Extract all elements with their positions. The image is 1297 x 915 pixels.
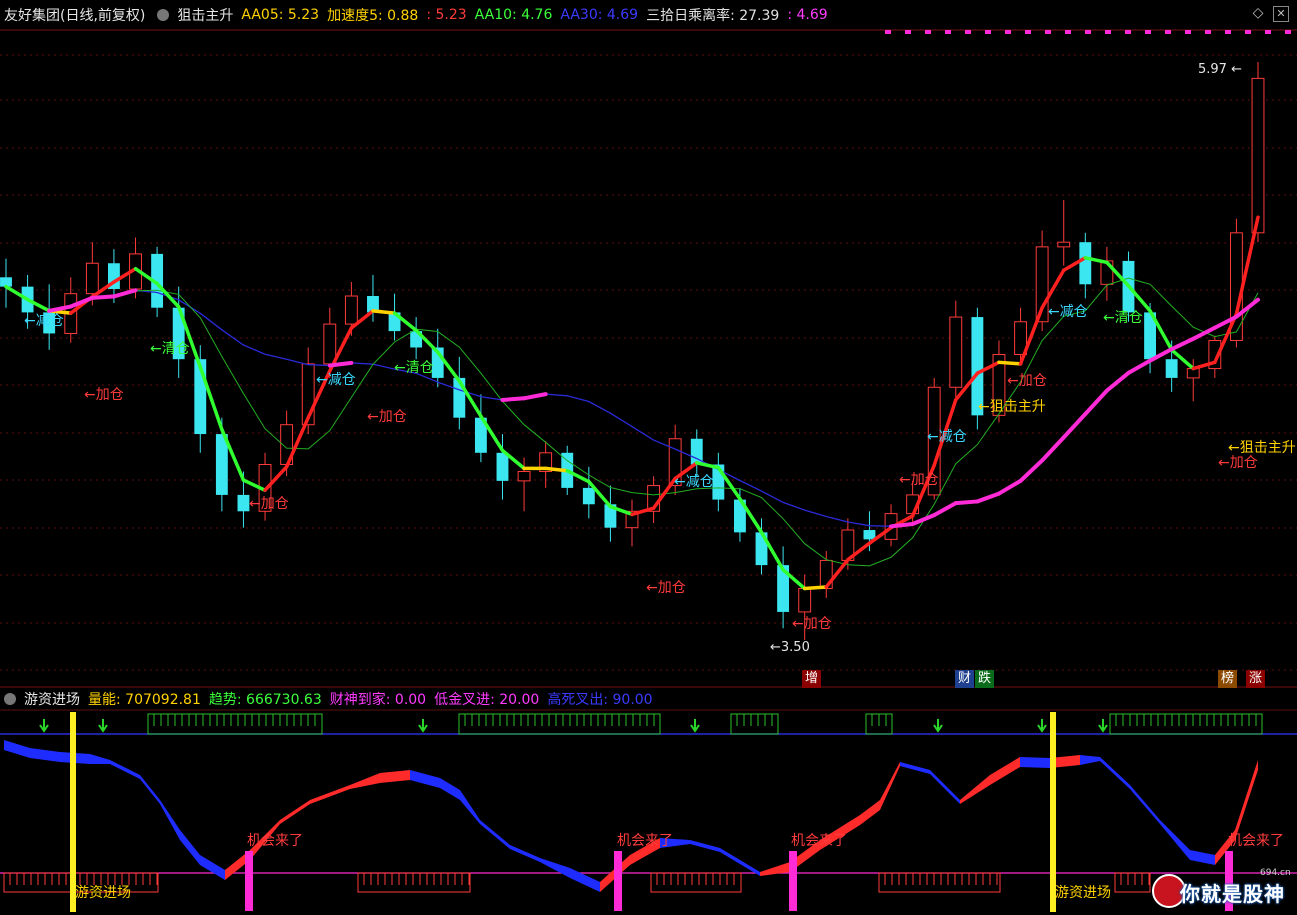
event-chip-zhang[interactable]: 涨 (1246, 670, 1266, 688)
ribbon-segment (380, 770, 410, 783)
down-arrow-icon (418, 719, 428, 733)
ribbon-segment (1080, 755, 1100, 765)
sub-indicator-title[interactable]: 游资进场 (24, 689, 80, 709)
down-arrow-icon (933, 719, 943, 733)
ribbon-segment (860, 800, 880, 825)
entry-bar (70, 712, 76, 912)
sub-item-0: 量能: 707092.81 (88, 692, 201, 708)
ribbon-segment (540, 858, 570, 878)
event-chip-die[interactable]: 跌 (975, 670, 995, 688)
trend-block (730, 713, 779, 735)
event-chip-cai[interactable]: 财 (955, 670, 975, 688)
signal-label: 机会来了 (617, 833, 673, 849)
ribbon-segment (480, 820, 510, 849)
header-item-3: AA10: 4.76 (474, 7, 553, 23)
ribbon-segment (930, 770, 960, 804)
ribbon-segment (350, 773, 380, 789)
down-arrow-icon (690, 719, 700, 733)
trend-block (147, 713, 323, 735)
ribbon-segment (410, 770, 440, 788)
ribbon-segment (1100, 757, 1130, 789)
header-item-6: : 4.69 (787, 7, 828, 23)
sub-indicator-toggle-icon[interactable] (4, 693, 16, 705)
ribbon-segment (1160, 820, 1190, 860)
indicator-chart[interactable]: 游资进场机会来了 机会来了 机会来了游资进场机会来了 (0, 0, 1297, 915)
chart-header: 友好集团(日线,前复权) 狙击主升 AA05: 5.23 加速度5: 0.88 … (0, 0, 1297, 30)
ribbon-segment (570, 868, 600, 892)
opportunity-bar (789, 851, 797, 911)
ribbon-segment (110, 760, 140, 779)
volume-block (1114, 872, 1151, 893)
ribbon-segment (440, 778, 460, 800)
opportunity-bar (614, 851, 622, 911)
header-item-5: 三拾日乘离率: 27.39 (646, 8, 780, 24)
ribbon-segment (690, 840, 720, 852)
ribbon-segment (280, 800, 310, 824)
sub-item-3: 低金叉进: 20.00 (434, 692, 540, 708)
ribbon-segment (880, 762, 900, 810)
close-icon[interactable]: ✕ (1273, 6, 1289, 22)
sub-item-2: 财神到家: 0.00 (329, 692, 427, 708)
event-chip-zeng[interactable]: 增 (802, 670, 822, 688)
entry-bar (1050, 712, 1056, 912)
signal-label: 机会来了 (247, 833, 303, 849)
down-arrow-icon (39, 719, 49, 733)
signal-label: 游资进场 (1055, 885, 1111, 901)
ribbon-segment (1020, 757, 1050, 768)
header-item-0: AA05: 5.23 (241, 7, 320, 23)
indicator-name[interactable]: 狙击主升 (177, 5, 233, 25)
ribbon-segment (140, 775, 160, 804)
indicator-toggle-icon[interactable] (157, 9, 170, 21)
ribbon-segment (990, 757, 1020, 785)
header-item-4: AA30: 4.69 (560, 7, 639, 23)
signal-label: 机会来了 (791, 833, 847, 849)
ribbon-segment (30, 748, 60, 762)
ribbon-segment (160, 800, 180, 840)
header-item-2: : 5.23 (426, 7, 467, 23)
down-arrow-icon (1037, 719, 1047, 733)
watermark-url: 694.cn (1260, 868, 1291, 878)
ribbon-segment (1235, 760, 1258, 840)
ribbon-segment (200, 855, 225, 880)
watermark-text: 你就是股神 (1180, 882, 1285, 906)
watermark-logo: 你就是股神 694.cn (1150, 868, 1291, 912)
ribbon-segment (720, 848, 760, 876)
down-arrow-icon (1098, 719, 1108, 733)
sub-item-4: 高死叉出: 90.00 (547, 692, 653, 708)
indicator-header: 游资进场 量能: 707092.81 趋势: 666730.63 财神到家: 0… (0, 688, 1297, 710)
event-chip-bang[interactable]: 榜 (1218, 670, 1238, 688)
ribbon-segment (460, 790, 480, 824)
signal-label: 机会来了 (1228, 833, 1284, 849)
volume-block (878, 872, 1001, 893)
ribbon-segment (180, 830, 200, 865)
ribbon-segment (1130, 785, 1160, 824)
signal-label: 游资进场 (75, 885, 131, 901)
ribbon-segment (1190, 850, 1215, 865)
ribbon-segment (900, 762, 930, 774)
diamond-icon[interactable]: ◇ (1250, 6, 1266, 22)
ribbon-segment (760, 862, 790, 876)
header-item-1: 加速度5: 0.88 (327, 8, 419, 24)
trend-block (458, 713, 661, 735)
opportunity-bar (245, 851, 253, 911)
volume-block (357, 872, 471, 893)
sub-item-1: 趋势: 666730.63 (208, 692, 322, 708)
ribbon-segment (960, 775, 990, 804)
ribbon-segment (90, 754, 110, 764)
ribbon-segment (310, 785, 350, 804)
security-name: 友好集团(日线,前复权) (4, 8, 146, 24)
ribbon-segment (4, 740, 30, 758)
ribbon-segment (510, 845, 540, 862)
down-arrow-icon (98, 719, 108, 733)
